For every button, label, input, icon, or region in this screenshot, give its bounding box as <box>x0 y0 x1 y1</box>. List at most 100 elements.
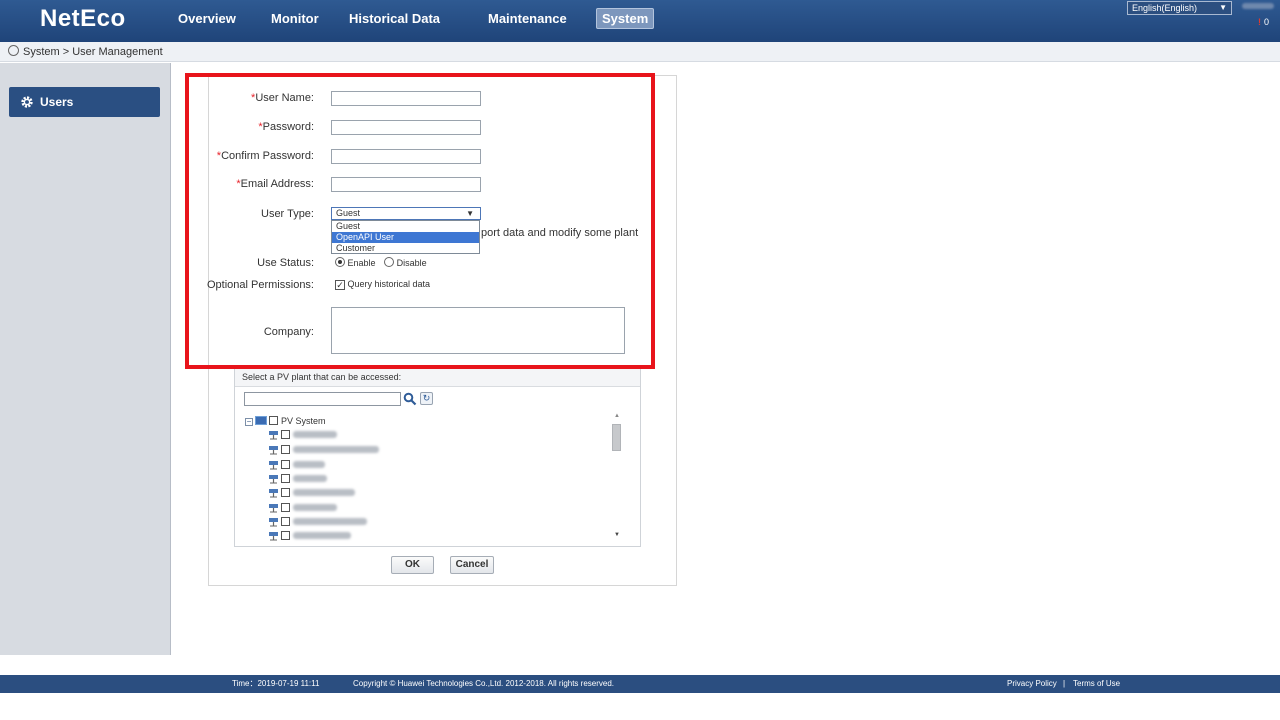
sidebar-item-label: Users <box>40 95 74 109</box>
email-input[interactable] <box>331 177 481 192</box>
password-label: *Password: <box>258 121 314 133</box>
plant-checkbox[interactable] <box>281 488 290 497</box>
pv-plant-selector: Select a PV plant that can be accessed: … <box>234 367 641 547</box>
plant-name-blurred <box>293 446 379 453</box>
collapse-icon[interactable]: − <box>245 418 253 426</box>
plant-icon <box>269 431 278 440</box>
confirm-password-label: *Confirm Password: <box>216 150 314 162</box>
gear-icon <box>21 96 33 108</box>
company-label: Company: <box>263 326 314 338</box>
disable-label: Disable <box>396 258 427 268</box>
plant-checkbox[interactable] <box>281 503 290 512</box>
terms-of-use-link[interactable]: Terms of Use <box>1073 675 1120 693</box>
nav-system[interactable]: System <box>596 8 655 29</box>
pv-system-checkbox[interactable] <box>269 416 278 425</box>
tree-root: − PV System <box>245 415 326 427</box>
enable-radio[interactable] <box>335 257 345 267</box>
plant-checkbox[interactable] <box>281 531 290 540</box>
user-name-input[interactable] <box>331 91 481 106</box>
query-historical-checkbox[interactable]: ✓ <box>335 280 345 290</box>
tree-item[interactable] <box>268 487 355 499</box>
user-type-option-guest[interactable]: Guest <box>332 221 479 232</box>
permissions-group: ✓ Query historical data <box>335 279 430 290</box>
query-historical-label: Query historical data <box>347 279 431 289</box>
refresh-icon[interactable]: ↻ <box>420 392 433 405</box>
language-select[interactable]: English(English) ▼ <box>1127 1 1232 15</box>
plant-checkbox[interactable] <box>281 517 290 526</box>
search-icon[interactable] <box>403 392 417 406</box>
scroll-up-icon[interactable]: ▲ <box>614 413 620 419</box>
alarm-indicator[interactable]: ! 0 <box>1258 17 1269 27</box>
sidebar: Users <box>0 63 171 655</box>
tree-item[interactable] <box>268 473 327 485</box>
use-status-group: Enable Disable <box>335 257 427 268</box>
user-type-label: User Type: <box>261 208 314 220</box>
scroll-down-icon[interactable]: ▼ <box>614 532 620 538</box>
plant-name-blurred <box>293 532 351 539</box>
disable-radio[interactable] <box>384 257 395 267</box>
plant-icon <box>269 446 278 455</box>
alarm-icon: ! <box>1258 17 1261 27</box>
password-input[interactable] <box>331 120 481 135</box>
alarm-count: 0 <box>1264 17 1270 27</box>
plant-icon <box>269 475 278 484</box>
plant-icon <box>269 504 278 513</box>
top-header: NetEco Overview Monitor Historical Data … <box>0 0 1280 42</box>
ok-button[interactable]: OK <box>391 556 434 574</box>
folder-icon <box>255 416 267 425</box>
use-status-label: Use Status: <box>257 257 314 269</box>
plant-checkbox[interactable] <box>281 430 290 439</box>
user-name-blurred[interactable] <box>1242 3 1274 9</box>
user-name-label: *User Name: <box>251 92 314 104</box>
language-value: English(English) <box>1132 3 1198 13</box>
footer: Time：2019-07-19 11:11 Copyright © Huawei… <box>0 675 1280 693</box>
user-type-select[interactable]: Guest ▼ <box>331 207 481 220</box>
footer-time: Time：2019-07-19 11:11 <box>232 679 320 688</box>
plant-name-blurred <box>293 461 325 468</box>
plant-checkbox[interactable] <box>281 474 290 483</box>
optional-permissions-label: Optional Permissions: <box>207 279 314 291</box>
nav-overview[interactable]: Overview <box>178 11 236 26</box>
plant-name-blurred <box>293 504 337 511</box>
tree-item[interactable] <box>268 459 325 471</box>
plant-icon <box>269 532 278 541</box>
nav-monitor[interactable]: Monitor <box>271 11 319 26</box>
tree-item[interactable] <box>268 429 337 441</box>
breadcrumb: System > User Management <box>0 42 1280 62</box>
tree-item[interactable] <box>268 530 351 542</box>
footer-separator: | <box>1063 679 1066 688</box>
plant-checkbox[interactable] <box>281 460 290 469</box>
plant-icon <box>269 518 278 527</box>
chevron-down-icon: ▼ <box>466 209 474 218</box>
confirm-password-input[interactable] <box>331 149 481 164</box>
netEco-logo[interactable]: NetEco <box>40 5 126 33</box>
plant-name-blurred <box>293 489 355 496</box>
user-type-option-customer[interactable]: Customer <box>332 243 479 254</box>
plant-name-blurred <box>293 518 367 525</box>
enable-label: Enable <box>347 258 376 268</box>
pv-system-label: PV System <box>281 416 326 426</box>
tree-item[interactable] <box>268 516 367 528</box>
nav-maintenance[interactable]: Maintenance <box>488 11 567 26</box>
user-type-dropdown: Guest OpenAPI User Customer <box>331 220 480 254</box>
company-textarea[interactable] <box>331 307 625 354</box>
sidebar-item-users[interactable]: Users <box>9 87 160 117</box>
gear-icon <box>8 45 19 56</box>
plant-icon <box>269 489 278 498</box>
plant-list-scrollbar[interactable] <box>612 424 621 451</box>
plant-icon <box>269 461 278 470</box>
plant-name-blurred <box>293 431 337 438</box>
chevron-down-icon: ▼ <box>1219 3 1227 12</box>
tree-item[interactable] <box>268 444 379 456</box>
plant-search-input[interactable] <box>244 392 401 406</box>
footer-copyright: Copyright © Huawei Technologies Co.,Ltd.… <box>353 679 615 688</box>
tree-item[interactable] <box>268 502 337 514</box>
user-type-description: port data and modify some plant <box>481 227 639 239</box>
nav-historical-data[interactable]: Historical Data <box>349 11 440 26</box>
plant-checkbox[interactable] <box>281 445 290 454</box>
cancel-button[interactable]: Cancel <box>450 556 494 574</box>
privacy-policy-link[interactable]: Privacy Policy <box>1007 675 1057 693</box>
plant-selector-header: Select a PV plant that can be accessed: <box>235 368 640 387</box>
user-type-value: Guest <box>336 208 361 218</box>
user-type-option-openapi[interactable]: OpenAPI User <box>332 232 479 243</box>
